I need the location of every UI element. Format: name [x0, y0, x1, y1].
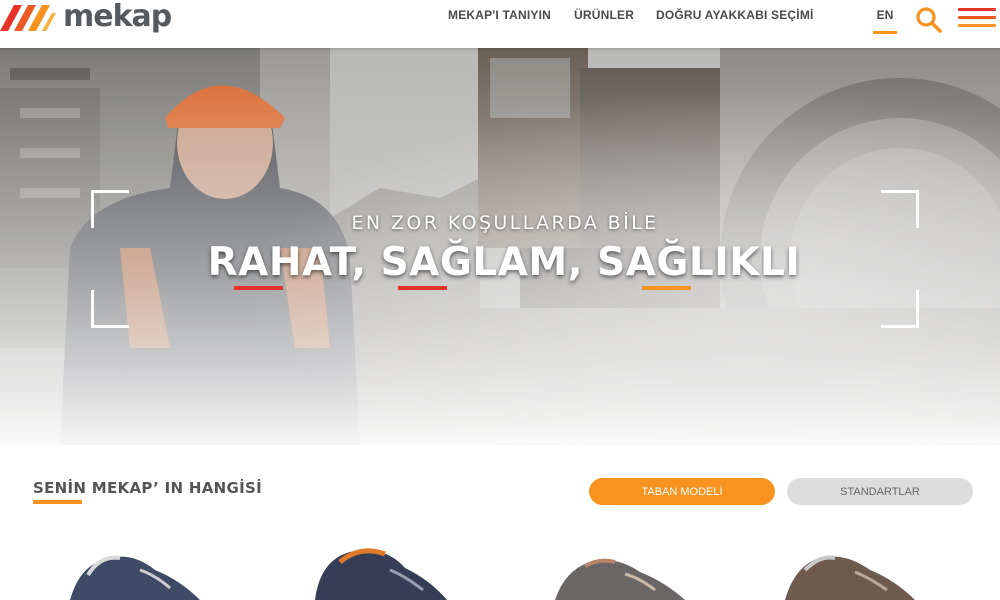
- menu-line: [958, 8, 996, 11]
- product-shoe-2[interactable]: [305, 540, 455, 600]
- menu-line: [958, 24, 996, 27]
- nav-item-dogru-ayakkabi-secimi[interactable]: DOĞRU AYAKKABI SEÇİMİ: [656, 8, 814, 22]
- logo-wordmark: mekap: [63, 0, 172, 34]
- nav-item-mekapi-taniyin[interactable]: MEKAP'I TANIYIN: [448, 8, 551, 22]
- section-title: SENİN MEKAP’ IN HANGİSİ: [33, 479, 262, 497]
- product-shoe-1[interactable]: [60, 540, 210, 600]
- language-underline: [873, 31, 897, 34]
- product-shoe-4[interactable]: [775, 540, 925, 600]
- nav-item-urunler[interactable]: ÜRÜNLER: [574, 8, 634, 22]
- hero-underline-1: [234, 286, 283, 290]
- hamburger-menu-icon[interactable]: [958, 8, 996, 28]
- logo-mark-icon: [0, 5, 56, 31]
- hero-subtitle: EN ZOR KOŞULLARDA BİLE: [351, 212, 659, 234]
- frame-corner-bottom-left: [91, 290, 129, 328]
- menu-line: [958, 16, 996, 19]
- product-shoe-3[interactable]: [545, 540, 695, 600]
- hero-banner: EN ZOR KOŞULLARDA BİLE RAHAT, SAĞLAM, SA…: [0, 48, 1000, 445]
- hero-underline-3: [642, 286, 691, 290]
- mekap-logo[interactable]: mekap: [0, 0, 172, 36]
- frame-corner-bottom-right: [881, 290, 919, 328]
- site-header: mekap MEKAP'I TANIYIN ÜRÜNLER DOĞRU AYAK…: [0, 0, 1000, 48]
- hero-underline-2: [398, 286, 447, 290]
- hero-title: RAHAT, SAĞLAM, SAĞLIKLI: [207, 240, 801, 285]
- section-title-underline: [33, 500, 82, 504]
- standartlar-button[interactable]: STANDARTLAR: [787, 478, 973, 505]
- search-icon[interactable]: [915, 6, 943, 34]
- language-switch[interactable]: EN: [873, 8, 897, 22]
- taban-modeli-button[interactable]: TABAN MODELİ: [589, 478, 775, 505]
